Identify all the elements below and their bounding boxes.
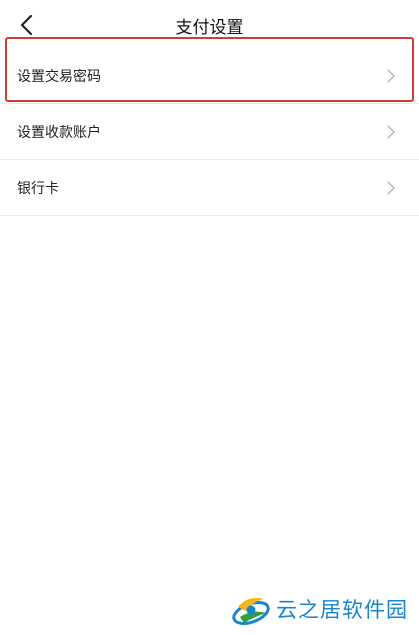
settings-list: 设置交易密码 设置收款账户 银行卡: [0, 48, 419, 216]
chevron-right-icon: [387, 124, 395, 139]
settings-item-bank-card[interactable]: 银行卡: [0, 160, 419, 216]
header-bar: 支付设置: [0, 0, 419, 48]
settings-item-label: 设置交易密码: [17, 68, 101, 85]
settings-item-label: 设置收款账户: [17, 124, 101, 141]
watermark-text: 云之居软件园: [276, 598, 408, 622]
watermark: 云之居软件园: [222, 583, 417, 633]
settings-item-label: 银行卡: [17, 180, 59, 197]
page-title: 支付设置: [175, 18, 244, 38]
settings-item-receiving-account[interactable]: 设置收款账户: [0, 104, 419, 160]
chevron-right-icon: [387, 180, 395, 195]
watermark-logo-icon: [232, 598, 270, 625]
settings-item-transaction-password[interactable]: 设置交易密码: [0, 48, 419, 104]
chevron-right-icon: [387, 68, 395, 83]
